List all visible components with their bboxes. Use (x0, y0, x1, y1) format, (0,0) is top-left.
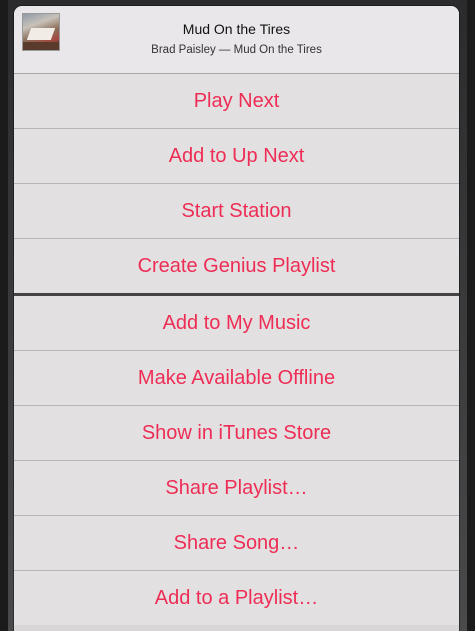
menu-group-primary: Play Next Add to Up Next Start Station Crea… (14, 74, 459, 293)
song-subtitle: Brad Paisley — Mud On the Tires (151, 44, 322, 56)
show-in-itunes-store-button[interactable]: Show in iTunes Store (14, 406, 459, 461)
song-title: Mud On the Tires (182, 21, 291, 37)
now-playing-header: Mud On the Tires Brad Paisley — Mud On t… (14, 6, 459, 74)
device-frame-right (467, 0, 475, 631)
add-to-my-music-button[interactable]: Add to My Music (14, 296, 459, 351)
menu-group-secondary: Add to My Music Make Available Offline Sho… (14, 293, 459, 625)
device-frame-left (0, 0, 8, 631)
share-playlist-button[interactable]: Share Playlist… (14, 461, 459, 516)
play-next-button[interactable]: Play Next (14, 74, 459, 129)
screen: Mud On the Tires Brad Paisley — Mud On t… (0, 0, 475, 631)
share-song-button[interactable]: Share Song… (14, 516, 459, 571)
action-sheet: Mud On the Tires Brad Paisley — Mud On t… (14, 6, 459, 631)
add-to-up-next-button[interactable]: Add to Up Next (14, 129, 459, 184)
make-available-offline-button[interactable]: Make Available Offline (14, 351, 459, 406)
add-to-a-playlist-button[interactable]: Add to a Playlist… (14, 571, 459, 625)
start-station-button[interactable]: Start Station (14, 184, 459, 239)
create-genius-playlist-button[interactable]: Create Genius Playlist (14, 239, 459, 293)
